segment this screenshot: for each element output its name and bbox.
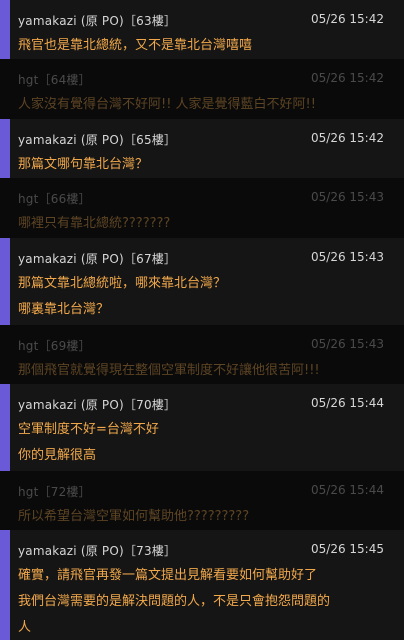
- comment-author-floor: hgt［72樓］: [18, 483, 91, 500]
- comment-text: 空軍制度不好=台灣不好: [18, 422, 159, 437]
- comment-author[interactable]: yamakazi (原 PO): [18, 398, 124, 412]
- comment-text: 人: [18, 620, 32, 635]
- op-indicator-bar: [0, 530, 10, 640]
- comment-author-floor: yamakazi (原 PO)［65樓］: [18, 131, 176, 148]
- comment-floor: ［69樓］: [38, 339, 91, 353]
- comment-floor: ［67樓］: [123, 252, 177, 266]
- comment-row[interactable]: yamakazi (原 PO)［73樓］ 05/26 15:45 確實，請飛官再發一…: [0, 530, 404, 640]
- comment-text: 那篇文靠北總統啦，哪來靠北台灣？: [18, 276, 227, 291]
- comment-author-floor: yamakazi (原 PO)［67樓］: [18, 250, 176, 267]
- comment-text: 哪裡只有靠北總統???????: [18, 216, 171, 231]
- comment-author[interactable]: yamakazi (原 PO): [18, 252, 124, 266]
- op-indicator-bar: [0, 0, 10, 59]
- comment-floor: ［73樓］: [123, 544, 177, 558]
- comment-author-floor: yamakazi (原 PO)［70樓］: [18, 396, 176, 413]
- comment-author[interactable]: yamakazi (原 PO): [18, 14, 124, 28]
- comment-author[interactable]: yamakazi (原 PO): [18, 544, 124, 558]
- comment-author[interactable]: hgt: [18, 73, 39, 87]
- comment-floor: ［65樓］: [123, 133, 177, 147]
- comment-author[interactable]: hgt: [18, 485, 39, 499]
- comment-row[interactable]: yamakazi (原 PO)［63樓］ 05/26 15:42 飛官也是靠北總統，…: [0, 0, 404, 59]
- comment-floor: ［72樓］: [38, 485, 91, 499]
- comment-text: 飛官也是靠北總統，又不是靠北台灣嘻嘻: [18, 38, 253, 53]
- comment-row[interactable]: hgt［72樓］ 05/26 15:44 所以希望台灣空軍如何幫助他????????…: [0, 471, 404, 530]
- comment-row[interactable]: yamakazi (原 PO)［65樓］ 05/26 15:42 那篇文哪句靠北台灣…: [0, 119, 404, 178]
- comment-row[interactable]: hgt［66樓］ 05/26 15:43 哪裡只有靠北總統???????: [0, 178, 404, 238]
- comment-author[interactable]: hgt: [18, 339, 39, 353]
- comment-row[interactable]: yamakazi (原 PO)［70樓］ 05/26 15:44 空軍制度不好=台灣…: [0, 384, 404, 471]
- comment-row[interactable]: hgt［64樓］ 05/26 15:42 人家沒有覺得台灣不好阿!! 人家是覺得藍白…: [0, 59, 404, 119]
- comment-time: 05/26 15:42: [311, 12, 384, 26]
- comment-text: 人家沒有覺得台灣不好阿!! 人家是覺得藍白不好阿!!: [18, 97, 316, 112]
- comment-text: 哪裏靠北台灣？: [18, 302, 110, 317]
- comment-author-floor: hgt［69樓］: [18, 337, 91, 354]
- comment-author-floor: yamakazi (原 PO)［73樓］: [18, 542, 176, 559]
- comment-author-floor: hgt［66樓］: [18, 190, 91, 207]
- comment-author[interactable]: hgt: [18, 192, 39, 206]
- comment-text: 我們台灣需要的是解決問題的人，不是只會抱怨問題的: [18, 594, 331, 609]
- comment-text: 那個飛官就覺得現在整個空軍制度不好讓他很苦阿!!!: [18, 363, 320, 378]
- comment-row[interactable]: yamakazi (原 PO)［67樓］ 05/26 15:43 那篇文靠北總統啦，…: [0, 238, 404, 325]
- comment-row[interactable]: hgt［69樓］ 05/26 15:43 那個飛官就覺得現在整個空軍制度不好讓他很苦…: [0, 325, 404, 384]
- comment-author-floor: yamakazi (原 PO)［63樓］: [18, 12, 176, 29]
- comment-time: 05/26 15:42: [311, 131, 384, 145]
- comment-text: 你的見解很高: [18, 448, 97, 463]
- comment-time: 05/26 15:43: [311, 250, 384, 264]
- op-indicator-bar: [0, 238, 10, 325]
- comment-time: 05/26 15:43: [311, 337, 384, 351]
- comment-list[interactable]: yamakazi (原 PO)［63樓］ 05/26 15:42 飛官也是靠北總統，…: [0, 0, 404, 640]
- comment-floor: ［64樓］: [38, 73, 91, 87]
- comment-time: 05/26 15:45: [311, 542, 384, 556]
- comment-floor: ［63樓］: [123, 14, 177, 28]
- comment-text: 那篇文哪句靠北台灣？: [18, 157, 149, 172]
- comment-text: 所以希望台灣空軍如何幫助他?????????: [18, 509, 250, 524]
- comment-author-floor: hgt［64樓］: [18, 71, 91, 88]
- comment-text: 確實，請飛官再發一篇文提出見解看要如何幫助好了: [18, 568, 318, 583]
- comment-floor: ［70樓］: [123, 398, 177, 412]
- comment-time: 05/26 15:44: [311, 396, 384, 410]
- comment-time: 05/26 15:43: [311, 190, 384, 204]
- comment-author[interactable]: yamakazi (原 PO): [18, 133, 124, 147]
- comment-time: 05/26 15:44: [311, 483, 384, 497]
- op-indicator-bar: [0, 119, 10, 178]
- comment-time: 05/26 15:42: [311, 71, 384, 85]
- comment-floor: ［66樓］: [38, 192, 91, 206]
- op-indicator-bar: [0, 384, 10, 471]
